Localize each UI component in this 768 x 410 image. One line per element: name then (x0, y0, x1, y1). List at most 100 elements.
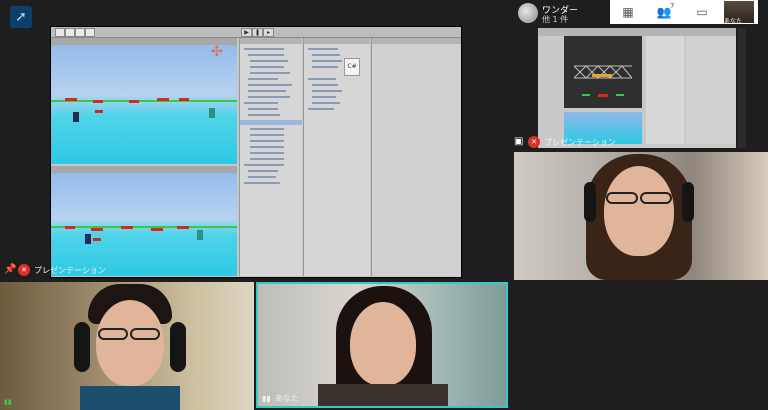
character-model (197, 230, 203, 240)
pin-icon[interactable]: ▣ (514, 136, 524, 148)
hierarchy-row (250, 60, 288, 62)
project-row (312, 54, 340, 56)
main-screen-share[interactable]: ▶ ❚ ▸ ✣ C# (50, 26, 462, 278)
hierarchy-row (250, 140, 284, 142)
hierarchy-row (248, 96, 290, 98)
hierarchy-row (248, 78, 278, 80)
tile-name: あなた (274, 393, 299, 403)
project-row (308, 78, 336, 80)
mic-muted-icon: ✕ (18, 264, 30, 276)
signal-icon: ▮▮ (262, 393, 271, 403)
glasses (98, 328, 128, 340)
main-share-label: プレゼンテーション (34, 265, 106, 275)
step-icon: ▸ (263, 28, 274, 37)
self-view-label: あなた (724, 18, 743, 25)
face (350, 302, 416, 386)
thumb-share-caption: ▣ ✕ プレゼンテーション (514, 134, 616, 150)
hierarchy-row (248, 90, 286, 92)
platform (129, 100, 139, 103)
player-character (73, 112, 79, 122)
hierarchy-row (250, 128, 284, 130)
glasses (606, 192, 638, 204)
grid-icon[interactable]: ▦ (620, 5, 636, 19)
project-row (312, 66, 338, 68)
platform (93, 100, 103, 103)
project-row (312, 60, 342, 62)
platform (177, 226, 189, 229)
hierarchy-row (250, 158, 284, 160)
scale-tool-icon (85, 28, 95, 37)
hierarchy-row (250, 66, 284, 68)
thumb-hierarchy (646, 36, 684, 144)
project-row (312, 102, 340, 104)
unity-toolbar: ▶ ❚ ▸ (51, 27, 461, 38)
face (604, 166, 674, 256)
thumb-inspector (686, 36, 736, 144)
thumb-share-label: プレゼンテーション (544, 137, 616, 147)
hierarchy-row (244, 102, 278, 104)
hierarchy-header (240, 38, 302, 44)
hierarchy-row (248, 108, 278, 110)
move-tool-icon (65, 28, 75, 37)
ground-line (51, 100, 237, 102)
hierarchy-row (244, 48, 284, 50)
player-character (85, 234, 91, 244)
thumb-scene (564, 36, 642, 108)
project-row (308, 108, 334, 110)
room-avatar (518, 3, 538, 23)
ground-line (51, 226, 237, 228)
project-row (312, 84, 338, 86)
hierarchy-row (250, 72, 290, 74)
headphone (170, 322, 186, 372)
inspector-header (372, 38, 461, 44)
signal-icon: ▮▮ (4, 398, 12, 406)
pin-icon[interactable]: 📌 (4, 264, 16, 276)
pause-icon: ❚ (252, 28, 263, 37)
project-row (312, 90, 342, 92)
hierarchy-row (248, 84, 292, 86)
hierarchy-row (248, 114, 280, 116)
play-icon: ▶ (241, 28, 252, 37)
platform (65, 98, 77, 101)
scene-gizmo-icon: ✣ (211, 44, 223, 60)
video-tile-girl-center-active[interactable]: ▮▮ あなた (256, 282, 508, 408)
unity-game-view (51, 166, 237, 276)
mic-muted-icon: ✕ (528, 136, 540, 148)
truss-graphic (573, 65, 633, 97)
scene-tabbar (51, 38, 237, 45)
video-tile-boy-glasses[interactable] (0, 282, 254, 410)
glasses (640, 192, 672, 204)
shirt (318, 384, 448, 406)
video-tile-girl-glasses[interactable] (514, 152, 768, 280)
platform (151, 228, 163, 231)
platform (95, 110, 103, 113)
hierarchy-row (244, 164, 284, 166)
hierarchy-row (250, 134, 284, 136)
glasses (130, 328, 160, 340)
game-tabbar (51, 166, 237, 173)
chat-icon[interactable]: ▭ (694, 5, 710, 19)
hangouts-logo-icon: ➚ (10, 6, 32, 28)
platform (157, 98, 169, 101)
hierarchy-row (250, 152, 284, 154)
thumbnail-screen-share[interactable] (538, 28, 736, 148)
tile-caption: ▮▮ あなた (262, 390, 299, 406)
face (96, 300, 164, 386)
headphone (74, 322, 90, 372)
shirt (80, 386, 180, 410)
platform (121, 226, 133, 229)
thumb-side-strip (738, 28, 746, 148)
main-share-caption: 📌 ✕ プレゼンテーション (4, 262, 106, 278)
platform (93, 238, 101, 241)
hierarchy-row (248, 176, 276, 178)
hierarchy-row (250, 146, 284, 148)
people-count: 7 (670, 2, 675, 10)
hand-tool-icon (55, 28, 65, 37)
project-header (304, 38, 370, 44)
hierarchy-row (248, 54, 284, 56)
thumb-toolbar (538, 28, 736, 36)
headphone (584, 182, 596, 222)
unity-hierarchy-panel (239, 38, 302, 276)
project-row (308, 48, 338, 50)
unity-project-panel: C# (303, 38, 370, 276)
